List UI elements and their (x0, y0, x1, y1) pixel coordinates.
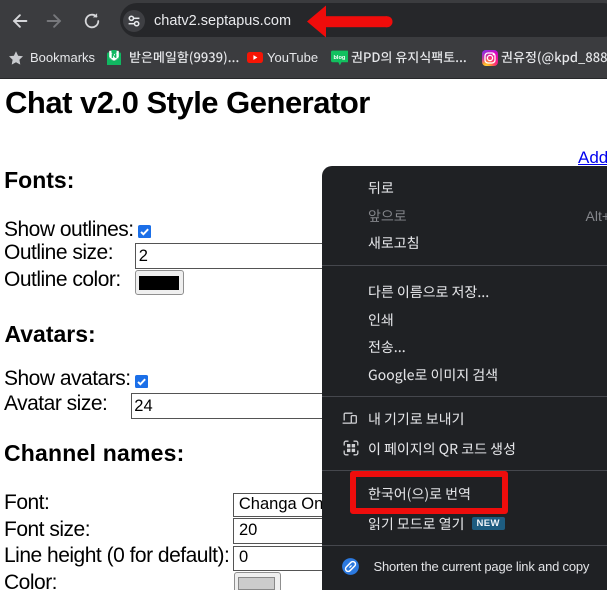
svg-text:blog: blog (333, 55, 345, 61)
